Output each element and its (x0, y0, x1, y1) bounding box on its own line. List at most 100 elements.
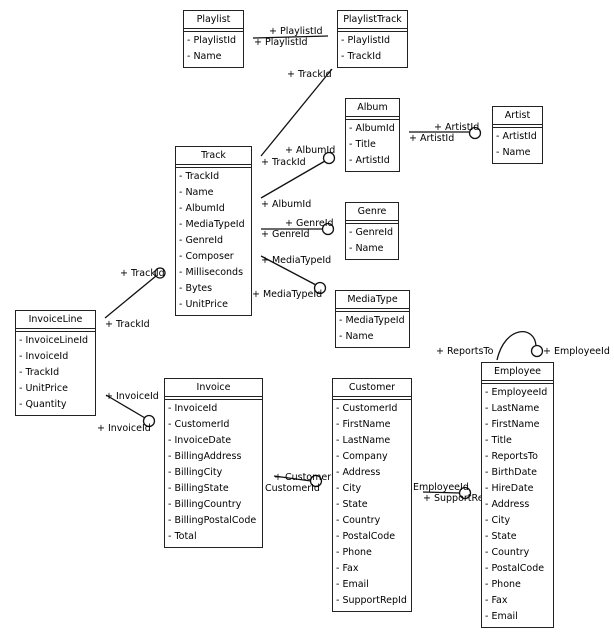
entity-field: - Country (485, 547, 530, 558)
entity-field: - GenreId (349, 227, 394, 238)
entity-field: - MediaTypeId (179, 219, 245, 230)
rel-label-album-artistid: + ArtistId (409, 133, 455, 144)
rel-label-invoiceline-trackid: + TrackId (105, 319, 150, 330)
entity-field: - UnitPrice (19, 383, 68, 394)
entity-fields: - CustomerId - FirstName - LastName - Compa… (333, 400, 411, 611)
entity-customer[interactable]: Customer - CustomerId - FirstName - LastNa… (332, 378, 412, 612)
entity-field: - Fax (336, 563, 359, 574)
entity-field: - Email (336, 579, 369, 590)
entity-field: - Country (336, 515, 381, 526)
entity-artist[interactable]: Artist - ArtistId - Name (492, 106, 543, 164)
entity-field: - Quantity (19, 399, 67, 410)
entity-title: Employee (493, 366, 542, 377)
rel-end-employee-self-circle (530, 344, 544, 358)
entity-field: - City (485, 515, 511, 526)
rel-label-track-trackid-end: + TrackId (120, 268, 165, 279)
entity-field: - Name (187, 51, 222, 62)
entity-field: - Milliseconds (179, 267, 244, 278)
entity-field: - Title (349, 139, 376, 150)
entity-playlist[interactable]: Playlist - PlaylistId - Name (183, 10, 244, 68)
entity-field: - InvoiceId (19, 351, 69, 362)
entity-field: - InvoiceDate (168, 435, 232, 446)
entity-field: - LastName (336, 435, 391, 446)
rel-label-invoice-customerid: + CustomerId (254, 483, 320, 494)
entity-field: - PostalCode (336, 531, 396, 542)
entity-field: - AlbumId (179, 203, 225, 214)
entity-fields: - TrackId - Name - AlbumId - MediaTypeId - G… (176, 168, 251, 315)
entity-field: - FirstName (485, 419, 540, 430)
entity-fields: - InvoiceId - CustomerId - InvoiceDate - Bi… (165, 400, 262, 547)
rel-label-invoiceline-invoiceid: + InvoiceId (105, 391, 159, 402)
entity-field: - AlbumId (349, 123, 395, 134)
rel-label-playlist-playlistid: + PlaylistId (254, 37, 308, 48)
entity-title: InvoiceLine (28, 314, 83, 325)
rel-line-invoiceline-track[interactable] (104, 275, 157, 319)
entity-fields: - PlaylistId - TrackId (338, 32, 407, 67)
entity-field: - Phone (485, 579, 521, 590)
entity-employee[interactable]: Employee - EmployeeId - LastName - FirstNa… (481, 362, 554, 628)
entity-fields: - InvoiceLineId - InvoiceId - TrackId - Uni… (16, 332, 95, 415)
rel-label-employee-self-employeeid: + EmployeeId (543, 346, 610, 357)
entity-field: - PlaylistId (341, 35, 391, 46)
entity-field: - BillingCountry (168, 499, 242, 510)
entity-field: - CustomerId (168, 419, 230, 430)
entity-title: MediaType (347, 294, 398, 305)
rel-line-track-playlisttrack[interactable] (260, 68, 333, 157)
entity-genre[interactable]: Genre - GenreId - Name (345, 202, 399, 260)
rel-label-playlisttrack-playlistid: + PlaylistId (269, 26, 323, 37)
entity-field: - UnitPrice (179, 299, 228, 310)
entity-fields: - AlbumId - Title - ArtistId (346, 120, 399, 171)
entity-invoiceline[interactable]: InvoiceLine - InvoiceLineId - InvoiceId - … (15, 310, 96, 416)
entity-field: - Name (349, 243, 384, 254)
rel-label-track-trackid: + TrackId (261, 157, 306, 168)
rel-line-employee-self[interactable] (496, 331, 537, 361)
entity-title: PlaylistTrack (343, 14, 402, 25)
entity-field: - FirstName (336, 419, 391, 430)
rel-label-employee-reportsto: + ReportsTo (436, 346, 494, 357)
entity-field: - TrackId (179, 171, 220, 182)
entity-field: - PlaylistId (187, 35, 237, 46)
entity-field: - ArtistId (349, 155, 390, 166)
entity-field: - SupportRepId (336, 595, 407, 606)
entity-field: - Name (496, 147, 531, 158)
entity-field: - Total (168, 531, 197, 542)
entity-field: - PostalCode (485, 563, 545, 574)
entity-field: - Address (336, 467, 381, 478)
entity-field: - BillingCity (168, 467, 223, 478)
entity-field: - InvoiceLineId (19, 335, 89, 346)
entity-field: - MediaTypeId (339, 315, 405, 326)
rel-label-track-genreid: + GenreId (261, 229, 310, 240)
entity-fields: - MediaTypeId - Name (336, 312, 409, 347)
rel-label-playlisttrack-trackid: + TrackId (287, 69, 332, 80)
entity-field: - HireDate (485, 483, 534, 494)
entity-field: - Name (179, 187, 214, 198)
rel-label-album-albumid: + AlbumId (285, 145, 336, 156)
rel-label-invoice-invoiceid: + InvoiceId (97, 423, 151, 434)
entity-title: Track (201, 150, 226, 161)
entity-fields: - EmployeeId - LastName - FirstName - Title… (482, 384, 553, 627)
entity-album[interactable]: Album - AlbumId - Title - ArtistId (345, 98, 400, 172)
entity-fields: - ArtistId - Name (493, 128, 542, 163)
entity-track[interactable]: Track - TrackId - Name - AlbumId - MediaTyp… (175, 146, 252, 316)
entity-field: - Email (485, 611, 518, 622)
entity-field: - TrackId (341, 51, 382, 62)
entity-field: - Title (485, 435, 512, 446)
entity-fields: - GenreId - Name (346, 224, 398, 259)
entity-field: - BillingPostalCode (168, 515, 257, 526)
entity-title: Customer (348, 382, 396, 393)
entity-field: - BillingState (168, 483, 229, 494)
entity-field: - Company (336, 451, 388, 462)
entity-playlisttrack[interactable]: PlaylistTrack - PlaylistId - TrackId (337, 10, 408, 68)
entity-field: - EmployeeId (485, 387, 548, 398)
entity-mediatype[interactable]: MediaType - MediaTypeId - Name (335, 290, 410, 348)
entity-title: Genre (357, 206, 387, 217)
entity-invoice[interactable]: Invoice - InvoiceId - CustomerId - Invoice… (164, 378, 263, 548)
entity-field: - LastName (485, 403, 540, 414)
entity-field: - State (336, 499, 368, 510)
entity-field: - BirthDate (485, 467, 537, 478)
rel-label-customer-customerid: + CustomerId (274, 472, 340, 483)
rel-label-employee-employeeid: + EmployeeId (402, 482, 469, 493)
entity-title: Artist (504, 110, 531, 121)
entity-field: - CustomerId (336, 403, 398, 414)
entity-field: - TrackId (19, 367, 60, 378)
